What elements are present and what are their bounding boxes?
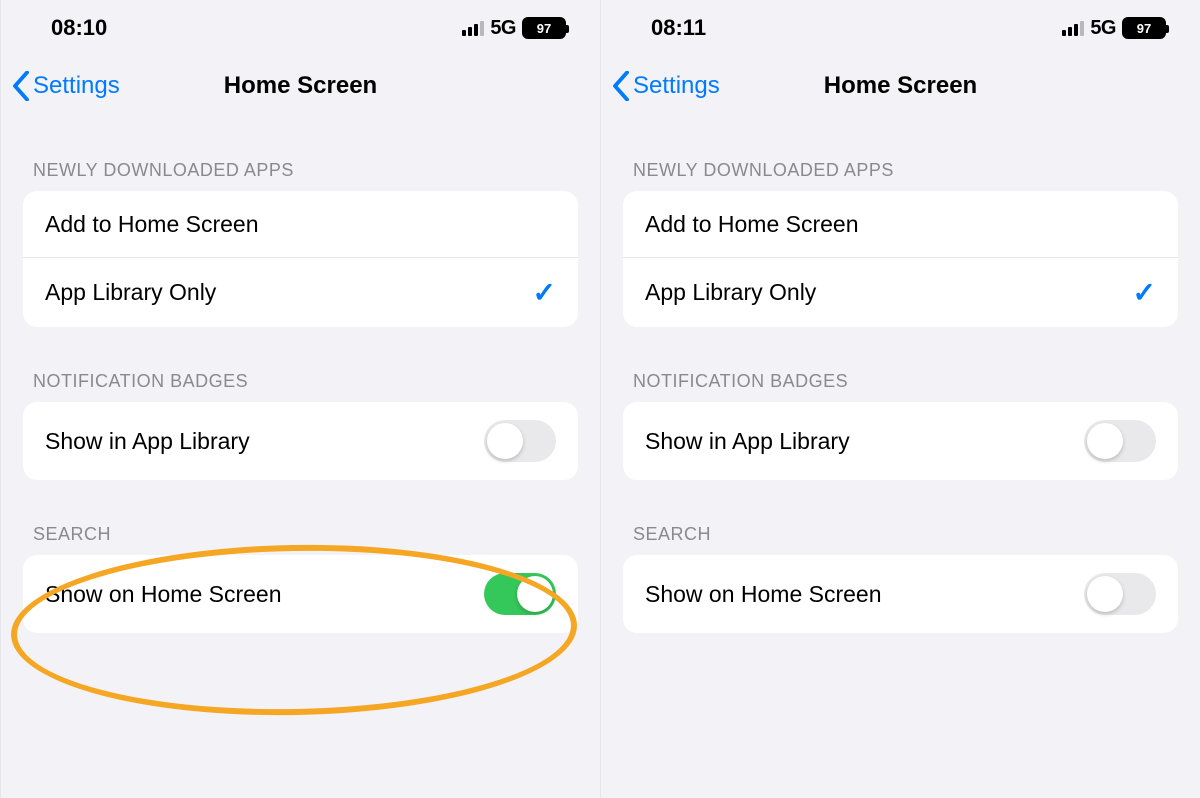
battery-icon: 97: [522, 17, 566, 39]
toggle-show-on-home-screen[interactable]: [1084, 573, 1156, 615]
battery-level: 97: [1137, 21, 1151, 36]
option-label: Add to Home Screen: [45, 211, 259, 238]
option-card: Add to Home Screen App Library Only ✓: [623, 191, 1178, 327]
section-newly-downloaded: Newly Downloaded Apps Add to Home Screen…: [601, 160, 1200, 327]
toggle-card: Show on Home Screen: [23, 555, 578, 633]
status-bar: 08:11 5G 97: [601, 0, 1200, 56]
status-time: 08:11: [651, 15, 706, 41]
option-card: Add to Home Screen App Library Only ✓: [23, 191, 578, 327]
row-label: Show in App Library: [645, 428, 850, 455]
option-add-to-home[interactable]: Add to Home Screen: [23, 191, 578, 257]
row-show-on-home-screen: Show on Home Screen: [23, 555, 578, 633]
status-right: 5G 97: [1062, 17, 1166, 40]
network-label: 5G: [1090, 17, 1116, 40]
nav-bar: Settings Home Screen: [601, 56, 1200, 116]
section-header: Search: [623, 524, 1178, 555]
status-bar: 08:10 5G 97: [1, 0, 600, 56]
back-button[interactable]: Settings: [11, 71, 120, 101]
option-add-to-home[interactable]: Add to Home Screen: [623, 191, 1178, 257]
section-notification-badges: Notification Badges Show in App Library: [601, 371, 1200, 480]
status-time: 08:10: [51, 15, 107, 41]
section-header: Notification Badges: [23, 371, 578, 402]
status-right: 5G 97: [462, 17, 566, 40]
row-label: Show on Home Screen: [45, 581, 282, 608]
battery-level: 97: [537, 21, 551, 36]
row-show-in-app-library: Show in App Library: [23, 402, 578, 480]
section-newly-downloaded: Newly Downloaded Apps Add to Home Screen…: [1, 160, 600, 327]
section-search: Search Show on Home Screen: [1, 524, 600, 633]
option-label: Add to Home Screen: [645, 211, 859, 238]
row-show-in-app-library: Show in App Library: [623, 402, 1178, 480]
chevron-left-icon: [611, 71, 631, 101]
cellular-signal-icon: [462, 20, 484, 36]
back-label: Settings: [33, 72, 120, 100]
toggle-show-in-app-library[interactable]: [484, 420, 556, 462]
section-search: Search Show on Home Screen: [601, 524, 1200, 633]
back-button[interactable]: Settings: [611, 71, 720, 101]
nav-bar: Settings Home Screen: [1, 56, 600, 116]
toggle-show-on-home-screen[interactable]: [484, 573, 556, 615]
network-label: 5G: [490, 17, 516, 40]
option-label: App Library Only: [645, 279, 816, 306]
row-label: Show on Home Screen: [645, 581, 882, 608]
toggle-card: Show in App Library: [623, 402, 1178, 480]
toggle-show-in-app-library[interactable]: [1084, 420, 1156, 462]
checkmark-icon: ✓: [533, 276, 556, 309]
section-header: Search: [23, 524, 578, 555]
cellular-signal-icon: [1062, 20, 1084, 36]
option-app-library-only[interactable]: App Library Only ✓: [23, 257, 578, 327]
back-label: Settings: [633, 72, 720, 100]
checkmark-icon: ✓: [1133, 276, 1156, 309]
section-header: Newly Downloaded Apps: [23, 160, 578, 191]
chevron-left-icon: [11, 71, 31, 101]
row-label: Show in App Library: [45, 428, 250, 455]
option-label: App Library Only: [45, 279, 216, 306]
toggle-card: Show in App Library: [23, 402, 578, 480]
phone-screenshot-left: 08:10 5G 97 Settings Home Screen Newly D…: [0, 0, 600, 798]
option-app-library-only[interactable]: App Library Only ✓: [623, 257, 1178, 327]
phone-screenshot-right: 08:11 5G 97 Settings Home Screen Newly D…: [600, 0, 1200, 798]
row-show-on-home-screen: Show on Home Screen: [623, 555, 1178, 633]
toggle-card: Show on Home Screen: [623, 555, 1178, 633]
section-header: Notification Badges: [623, 371, 1178, 402]
section-header: Newly Downloaded Apps: [623, 160, 1178, 191]
battery-icon: 97: [1122, 17, 1166, 39]
section-notification-badges: Notification Badges Show in App Library: [1, 371, 600, 480]
